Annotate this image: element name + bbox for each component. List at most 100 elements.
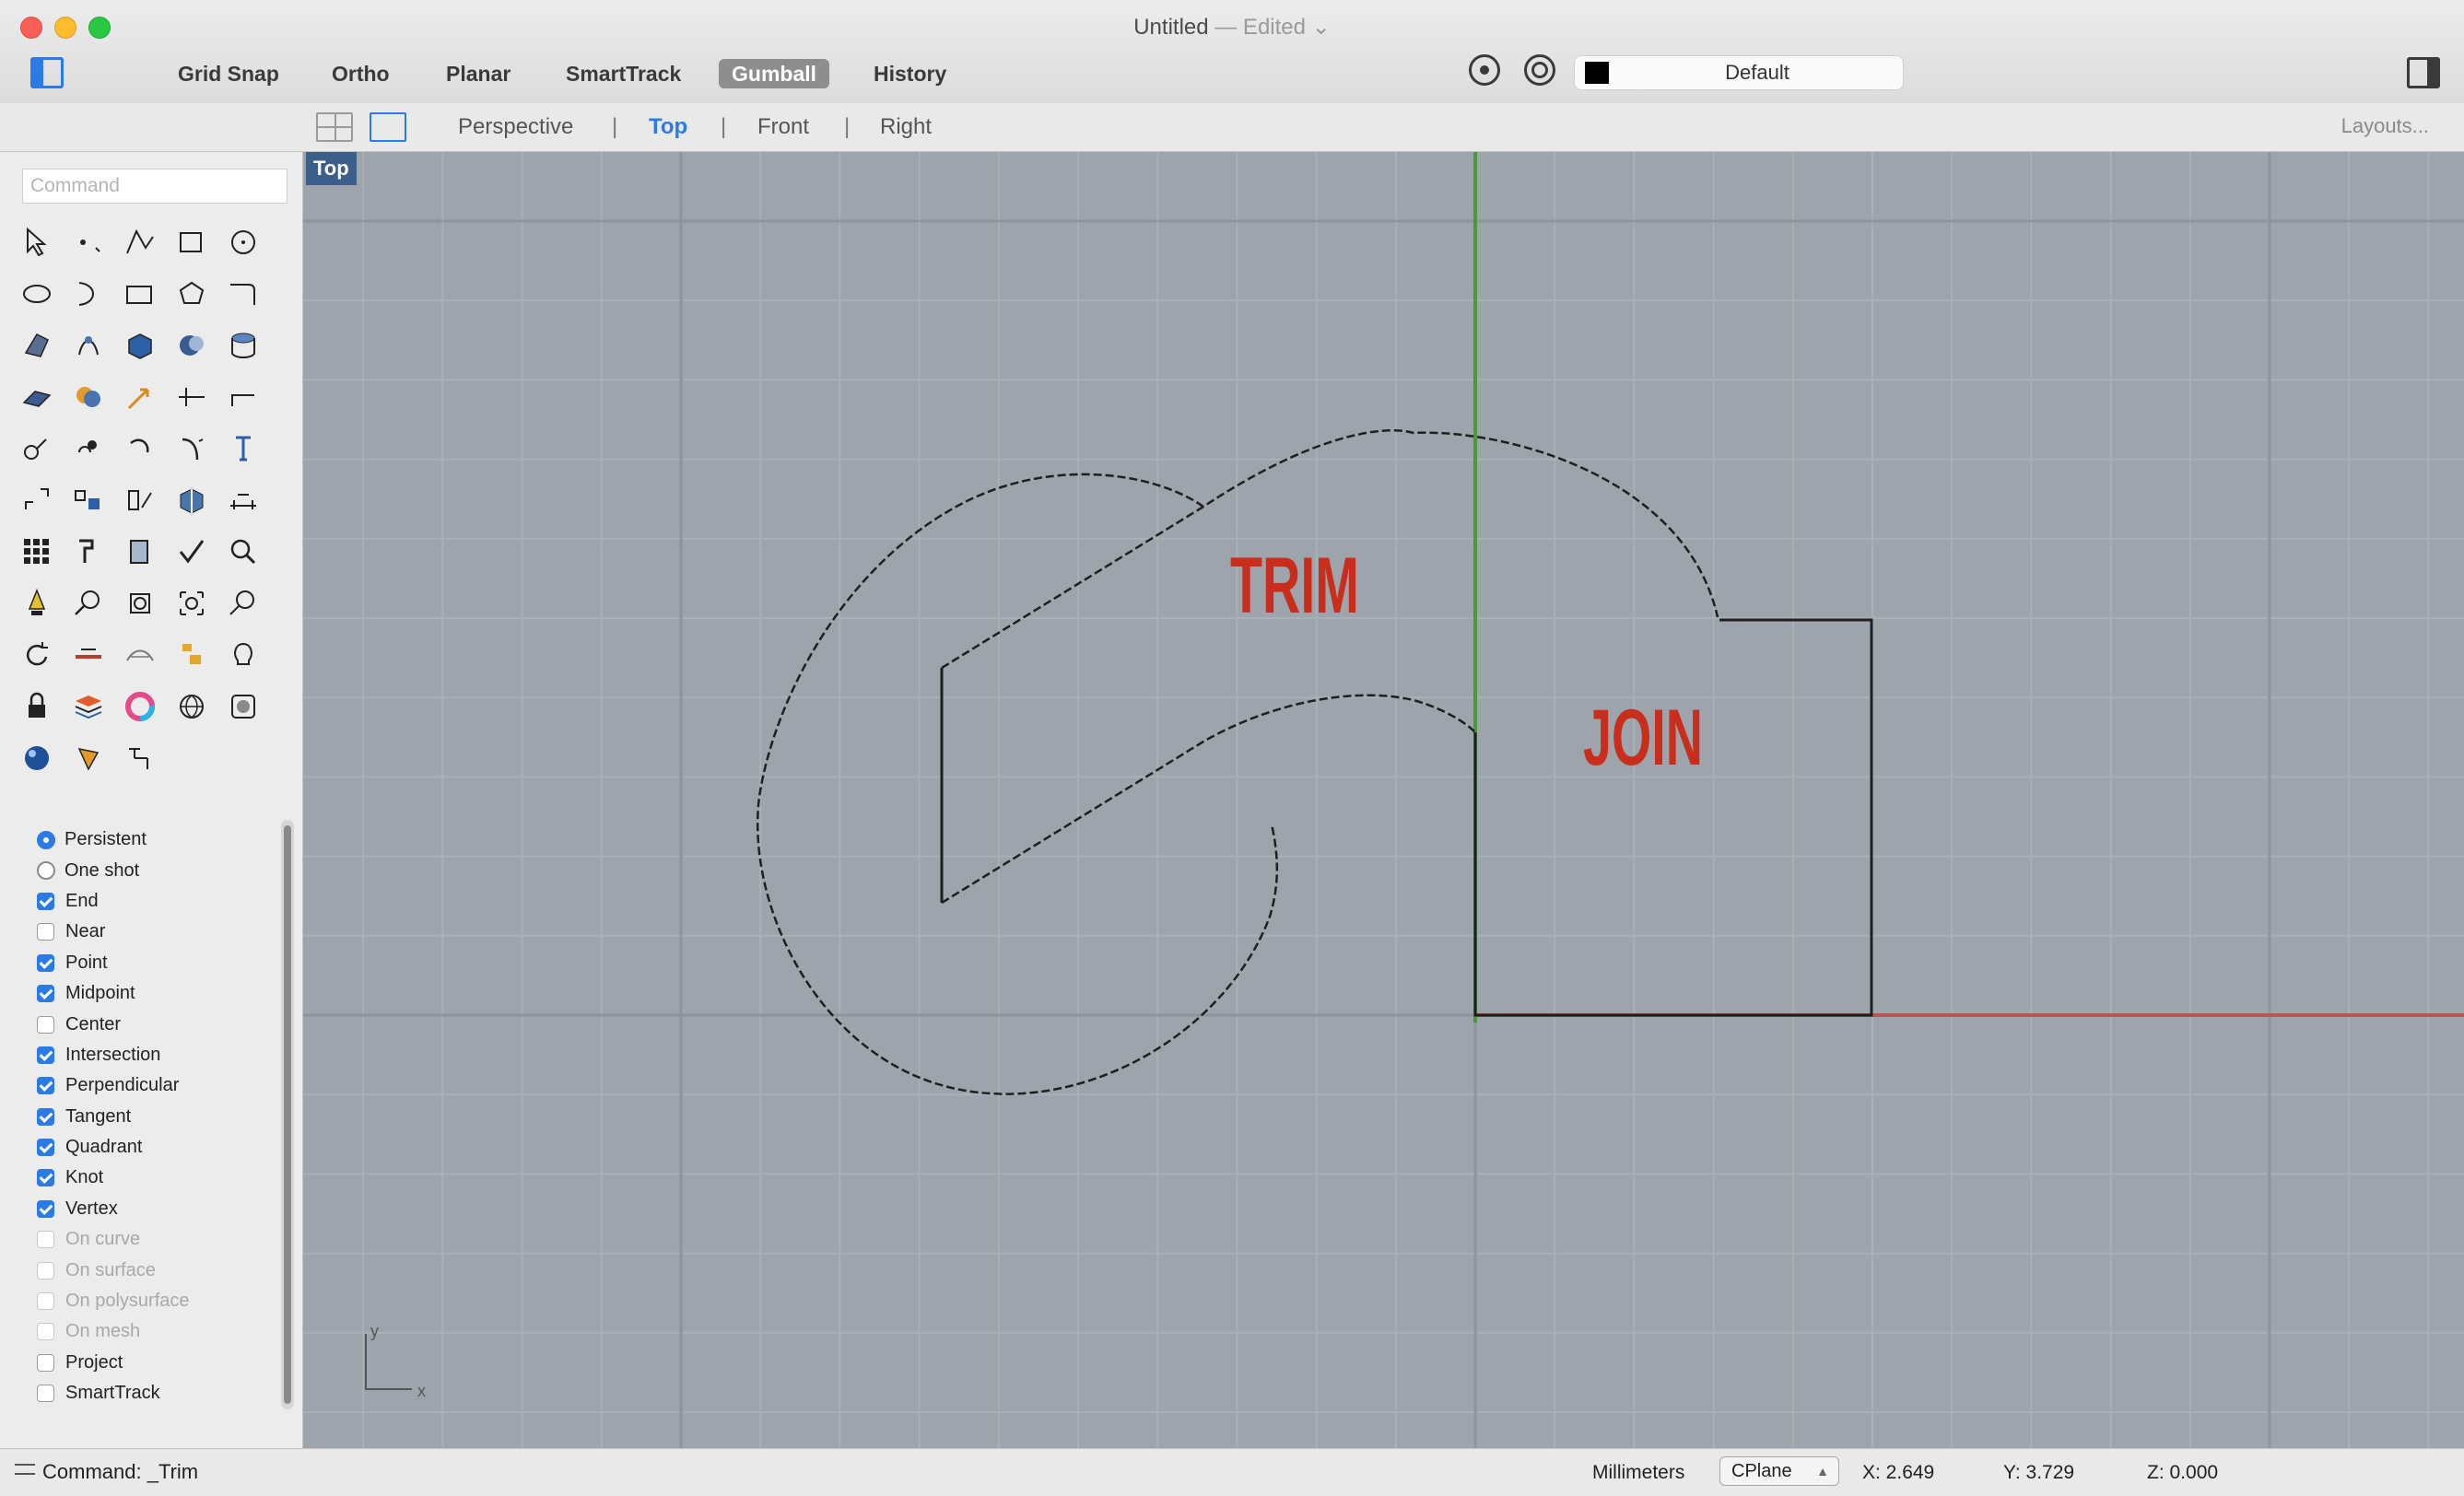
tab-right[interactable]: Right bbox=[880, 114, 932, 140]
render-icon[interactable] bbox=[166, 681, 217, 732]
paste-icon[interactable] bbox=[114, 526, 166, 578]
viewport-canvas[interactable]: TRIM JOIN y x bbox=[303, 152, 2464, 1448]
osnap-project[interactable]: Project bbox=[37, 1348, 276, 1378]
radio-icon[interactable] bbox=[37, 861, 55, 881]
units-label[interactable]: Millimeters bbox=[1592, 1462, 1684, 1484]
checkbox-icon[interactable] bbox=[37, 1385, 54, 1403]
viewport-target-icon[interactable] bbox=[1524, 54, 1555, 86]
checkbox-icon[interactable] bbox=[37, 892, 54, 910]
osnap-point[interactable]: Point bbox=[37, 948, 276, 978]
command-history-icon[interactable] bbox=[15, 1464, 35, 1475]
tab-perspective[interactable]: Perspective bbox=[458, 114, 573, 140]
checkbox-icon[interactable] bbox=[37, 1107, 54, 1126]
loft-icon[interactable] bbox=[63, 320, 114, 371]
mesh-icon[interactable] bbox=[114, 629, 166, 681]
smarttrack-toggle[interactable]: SmartTrack bbox=[553, 59, 694, 88]
checkbox-icon[interactable] bbox=[37, 1015, 54, 1034]
extrude-icon[interactable] bbox=[11, 371, 63, 423]
surface-icon[interactable] bbox=[11, 320, 63, 371]
checkbox-icon[interactable] bbox=[37, 1353, 54, 1372]
snapshot-icon[interactable] bbox=[114, 732, 166, 784]
box-icon[interactable] bbox=[114, 320, 166, 371]
osnap-perpendicular[interactable]: Perpendicular bbox=[37, 1070, 276, 1101]
shell-icon[interactable] bbox=[11, 423, 63, 474]
curve-icon[interactable] bbox=[166, 216, 217, 268]
sidebar-toggle-icon[interactable] bbox=[30, 57, 64, 88]
checkbox-icon[interactable] bbox=[37, 1199, 54, 1218]
display-icon[interactable] bbox=[217, 681, 269, 732]
right-panel-toggle-icon[interactable] bbox=[2407, 57, 2440, 88]
sphere-icon[interactable] bbox=[166, 320, 217, 371]
gumball-toggle[interactable]: Gumball bbox=[719, 59, 830, 88]
osnap-center[interactable]: Center bbox=[37, 1009, 276, 1039]
osnap-knot[interactable]: Knot bbox=[37, 1163, 276, 1193]
viewport-title-label[interactable]: Top bbox=[306, 152, 357, 185]
text-icon[interactable] bbox=[217, 423, 269, 474]
grid-snap-toggle[interactable]: Grid Snap bbox=[165, 59, 292, 88]
material-icon[interactable] bbox=[11, 732, 63, 784]
solid-edit-icon[interactable] bbox=[166, 474, 217, 526]
scale-icon[interactable] bbox=[166, 423, 217, 474]
history-toggle[interactable]: History bbox=[861, 59, 959, 88]
polygon-icon[interactable] bbox=[166, 268, 217, 320]
explode-icon[interactable] bbox=[63, 526, 114, 578]
checkbox-icon[interactable] bbox=[37, 1077, 54, 1095]
command-input[interactable] bbox=[22, 169, 287, 204]
arc-icon[interactable] bbox=[63, 268, 114, 320]
checkbox-icon[interactable] bbox=[37, 1169, 54, 1187]
move-icon[interactable] bbox=[114, 371, 166, 423]
osnap-mode-one-shot[interactable]: One shot bbox=[37, 855, 276, 885]
ellipse-icon[interactable] bbox=[11, 268, 63, 320]
four-viewports-icon[interactable] bbox=[316, 112, 353, 142]
light-icon[interactable] bbox=[11, 578, 63, 629]
osnap-end[interactable]: End bbox=[37, 886, 276, 917]
section-icon[interactable] bbox=[63, 629, 114, 681]
single-viewport-icon[interactable] bbox=[370, 112, 406, 142]
osnap-quadrant[interactable]: Quadrant bbox=[37, 1132, 276, 1163]
checkbox-icon[interactable] bbox=[37, 1139, 54, 1157]
top-viewport[interactable]: TRIM JOIN y x Top bbox=[303, 152, 2464, 1448]
sun-icon[interactable] bbox=[63, 732, 114, 784]
osnap-near[interactable]: Near bbox=[37, 917, 276, 947]
group-icon[interactable] bbox=[63, 423, 114, 474]
mirror-icon[interactable] bbox=[11, 474, 63, 526]
grid-array-icon[interactable] bbox=[11, 526, 63, 578]
window-title[interactable]: Untitled — Edited ⌄ bbox=[0, 14, 2464, 41]
cplane-select[interactable]: CPlane ▲ bbox=[1719, 1456, 1839, 1486]
lock-icon[interactable] bbox=[11, 681, 63, 732]
trim-icon[interactable] bbox=[166, 371, 217, 423]
check-icon[interactable] bbox=[166, 526, 217, 578]
split-icon[interactable] bbox=[217, 371, 269, 423]
zoom-icon[interactable] bbox=[63, 578, 114, 629]
circle-icon[interactable] bbox=[217, 216, 269, 268]
array-icon[interactable] bbox=[63, 474, 114, 526]
tab-top[interactable]: Top bbox=[649, 114, 687, 140]
osnap-smarttrack[interactable]: SmartTrack bbox=[37, 1378, 276, 1408]
lightbulb-icon[interactable] bbox=[217, 629, 269, 681]
tab-front[interactable]: Front bbox=[757, 114, 809, 140]
ortho-toggle[interactable]: Ortho bbox=[319, 59, 403, 88]
rectangle-icon[interactable] bbox=[114, 268, 166, 320]
polyline-icon[interactable] bbox=[114, 216, 166, 268]
dimension-icon[interactable] bbox=[217, 474, 269, 526]
zoom-window-icon[interactable] bbox=[114, 578, 166, 629]
planar-toggle[interactable]: Planar bbox=[433, 59, 523, 88]
layouts-button[interactable]: Layouts... bbox=[2341, 114, 2429, 138]
undo-view-icon[interactable] bbox=[11, 629, 63, 681]
osnap-scrollbar[interactable] bbox=[281, 820, 294, 1409]
scrollbar-thumb[interactable] bbox=[284, 825, 291, 1404]
osnap-intersection[interactable]: Intersection bbox=[37, 1040, 276, 1070]
osnap-mode-persistent[interactable]: Persistent bbox=[37, 824, 276, 855]
rotate-icon[interactable] bbox=[114, 423, 166, 474]
drape-icon[interactable] bbox=[114, 474, 166, 526]
properties-icon[interactable] bbox=[166, 629, 217, 681]
zoom-extents-icon[interactable] bbox=[166, 578, 217, 629]
osnap-midpoint[interactable]: Midpoint bbox=[37, 978, 276, 1009]
color-wheel-icon[interactable] bbox=[114, 681, 166, 732]
fillet-icon[interactable] bbox=[217, 268, 269, 320]
select-arrow-icon[interactable] bbox=[11, 216, 63, 268]
osnap-tangent[interactable]: Tangent bbox=[37, 1102, 276, 1132]
checkbox-icon[interactable] bbox=[37, 985, 54, 1003]
cylinder-icon[interactable] bbox=[217, 320, 269, 371]
osnap-icon[interactable] bbox=[1469, 54, 1500, 86]
